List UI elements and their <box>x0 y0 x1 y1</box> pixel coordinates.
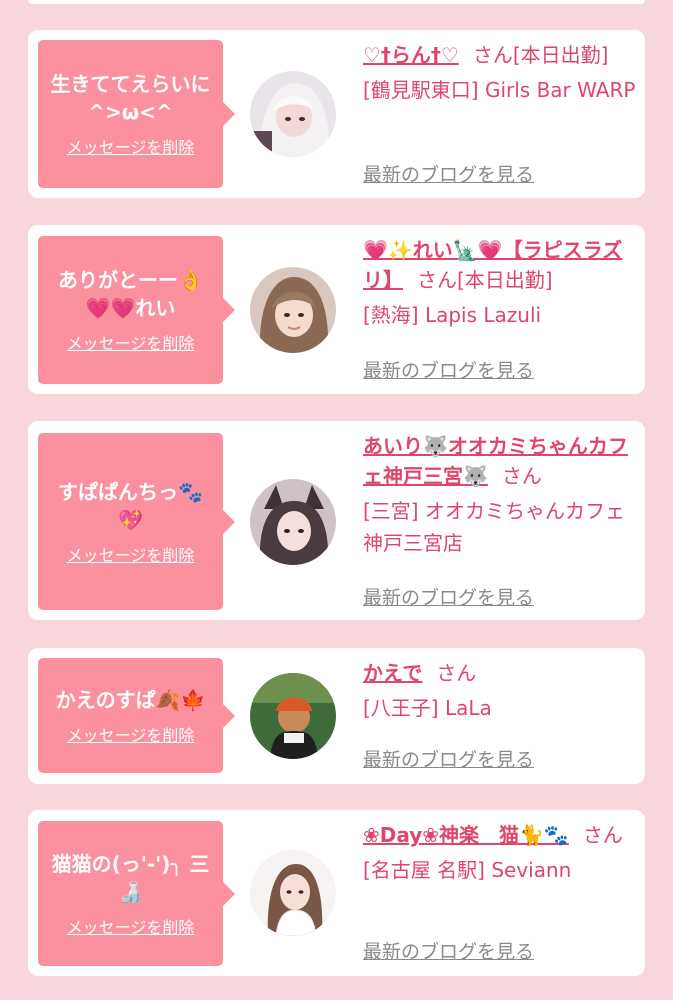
cast-info: かえで さん [八王子] LaLa <box>363 658 643 724</box>
message-text: 生きててえらいに ^>ω<^ <box>50 72 211 124</box>
latest-blog-link[interactable]: 最新のブログを見る <box>363 160 534 187</box>
avatar[interactable] <box>250 71 336 157</box>
latest-blog-link[interactable]: 最新のブログを見る <box>363 356 534 383</box>
message-text: 猫猫の(っ'-')╮ 三 🍶 <box>51 851 210 904</box>
cast-name-link[interactable]: あいり🐺オオカミちゃんカフェ神戸三宮🐺 <box>363 434 628 488</box>
message-card: 生きててえらいに ^>ω<^ メッセージを削除 ♡†らん†♡ さん[本日出勤] [… <box>28 30 645 198</box>
message-card: ありがとーー👌 💗💗れい メッセージを削除 💗✨れい🗽💗【ラピスラズリ】 さん[本… <box>28 225 645 394</box>
delete-message-link[interactable]: メッセージを削除 <box>67 134 195 158</box>
delete-message-link[interactable]: メッセージを削除 <box>67 914 195 938</box>
honorific: さん <box>417 268 457 292</box>
cast-name-link[interactable]: ❀Day❀神楽 猫🐈🐾 <box>363 823 569 847</box>
cast-name-link[interactable]: かえで <box>363 661 422 685</box>
message-bubble: かえのすぱ🍂🍁 メッセージを削除 <box>38 658 235 773</box>
status-badge: [本日出勤] <box>457 268 553 292</box>
shop-name: [八王子] LaLa <box>363 696 492 720</box>
latest-blog-link[interactable]: 最新のブログを見る <box>363 745 534 772</box>
message-card: すぱぱんちっ🐾 💖 メッセージを削除 あいり🐺オオカミちゃんカフェ神戸三宮🐺 さん… <box>28 421 645 620</box>
shop-name: [鶴見駅東口] Girls Bar WARP <box>363 78 636 102</box>
honorific: さん <box>582 823 623 847</box>
previous-card-edge <box>28 0 645 4</box>
honorific: さん <box>436 661 477 685</box>
shop-name: [名古屋 名駅] Seviann <box>363 858 572 882</box>
latest-blog-link[interactable]: 最新のブログを見る <box>363 937 534 964</box>
message-bubble: 生きててえらいに ^>ω<^ メッセージを削除 <box>38 40 235 188</box>
message-text: かえのすぱ🍂🍁 <box>55 687 206 712</box>
honorific: さん <box>472 43 513 67</box>
shop-name: [熱海] Lapis Lazuli <box>363 303 542 327</box>
delete-message-link[interactable]: メッセージを削除 <box>67 542 195 566</box>
message-card: 猫猫の(っ'-')╮ 三 🍶 メッセージを削除 ❀Day❀神楽 猫🐈🐾 さん [名… <box>28 810 645 976</box>
message-bubble: すぱぱんちっ🐾 💖 メッセージを削除 <box>38 433 235 610</box>
delete-message-link[interactable]: メッセージを削除 <box>67 330 195 354</box>
message-card: かえのすぱ🍂🍁 メッセージを削除 かえで さん [八王子] LaLa 最新のブログ… <box>28 648 645 784</box>
avatar[interactable] <box>250 850 336 936</box>
cast-name-link[interactable]: ♡†らん†♡ <box>363 43 459 67</box>
honorific: さん <box>501 464 542 488</box>
cast-info: 💗✨れい🗽💗【ラピスラズリ】 さん[本日出勤] [熱海] Lapis Lazuli <box>363 235 643 331</box>
message-bubble: ありがとーー👌 💗💗れい メッセージを削除 <box>38 236 235 384</box>
cast-info: ❀Day❀神楽 猫🐈🐾 さん [名古屋 名駅] Seviann <box>363 820 643 886</box>
message-bubble: 猫猫の(っ'-')╮ 三 🍶 メッセージを削除 <box>38 821 235 966</box>
latest-blog-link[interactable]: 最新のブログを見る <box>363 583 534 610</box>
status-badge: [本日出勤] <box>512 43 609 67</box>
shop-name: [三宮] オオカミちゃんカフェ神戸三宮店 <box>363 499 625 555</box>
message-text: すぱぱんちっ🐾 💖 <box>58 479 203 532</box>
delete-message-link[interactable]: メッセージを削除 <box>67 722 195 746</box>
cast-info: ♡†らん†♡ さん[本日出勤] [鶴見駅東口] Girls Bar WARP <box>363 40 643 106</box>
avatar[interactable] <box>250 267 336 353</box>
avatar[interactable] <box>250 479 336 565</box>
avatar[interactable] <box>250 673 336 759</box>
message-text: ありがとーー👌 💗💗れい <box>58 268 203 320</box>
cast-info: あいり🐺オオカミちゃんカフェ神戸三宮🐺 さん [三宮] オオカミちゃんカフェ神戸三… <box>363 431 643 559</box>
